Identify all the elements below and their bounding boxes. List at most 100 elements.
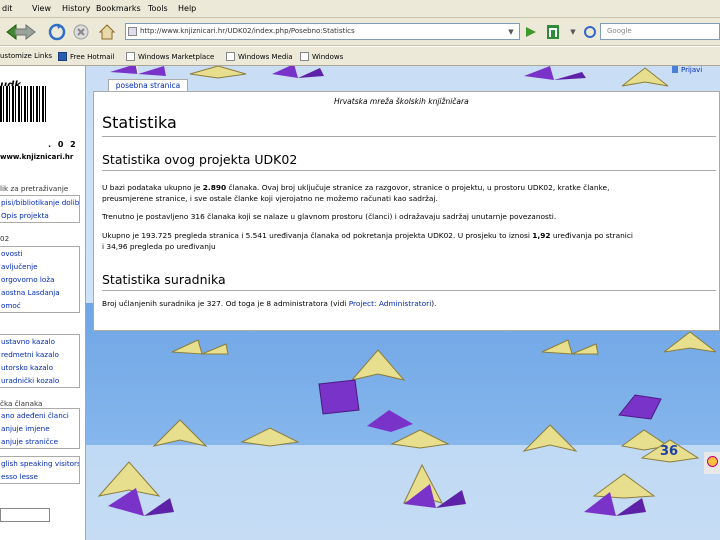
home-icon [98,24,116,40]
site-heading: Hrvatska mreža školskih knjižničara [334,97,469,106]
title-divider [102,136,716,137]
search-engine-button[interactable] [580,22,600,42]
url-dropdown-icon[interactable]: ▼ [505,22,517,42]
menu-history[interactable]: History [62,4,90,13]
sidebar-group-indexes: ustavno kazalo redmetni kazalo utorsko k… [0,334,80,388]
forward-arrow-icon [14,23,36,41]
sidebar-item-news[interactable]: ovosti [0,247,79,260]
sidebar-group-navigation: ovosti avljučenje orgovorno loža aostna … [0,246,80,313]
book-decoration-icon [318,379,360,415]
book-decoration-icon [404,484,466,508]
navigation-toolbar: http://www.knjiznicari.hr/UDK02/index.ph… [0,18,720,46]
sidebar-item-new-pages[interactable]: anjuje straničce [0,435,79,448]
stop-icon [73,24,89,40]
menu-bookmarks[interactable]: Bookmarks [96,4,141,13]
user-icon [672,66,678,73]
sidebar-heading-udk02: 02 [0,234,10,243]
wiki-sidebar: udk . 0 2 www.knjiznicari.hr lik za pret… [0,66,86,540]
book-decoration-icon [390,429,450,449]
addon-icon [547,25,559,39]
sidebar-heading-search: lik za pretraživanje [0,184,69,193]
book-decoration-icon [152,419,208,447]
login-link[interactable]: Prijavi [672,66,702,74]
reload-icon [48,23,66,41]
page-favicon-icon [128,27,137,36]
search-input[interactable]: Google [600,23,720,40]
book-decoration-icon [541,339,599,355]
barcode-number: . 0 2 [48,140,78,149]
page-title: Statistika [102,113,177,132]
paragraph-article-count: U bazi podataka ukupno je 2.890 članaka.… [102,183,610,192]
sidebar-item-author-index[interactable]: utorsko kazalo [0,361,79,374]
home-button[interactable] [96,22,118,42]
bookmark-free-hotmail[interactable]: Free Hotmail [58,52,114,61]
book-decoration-icon [621,67,669,87]
sidebar-group-cataloguing: pisi/bibliotikanje dolibeva Opis projekt… [0,195,80,223]
page-icon [226,52,235,61]
book-decoration-icon [663,331,717,353]
bookmark-windows[interactable]: Windows [300,52,343,61]
menu-edit[interactable]: dit [2,4,12,13]
paragraph-page-views: Ukupno je 193.725 pregleda stranica i 5.… [102,231,633,240]
go-arrow-icon [526,27,536,37]
bookmarks-toolbar: ustomize Links Free Hotmail Windows Mark… [0,47,720,66]
addon-dropdown-icon[interactable]: ▼ [568,22,578,42]
addon-button[interactable] [544,22,562,42]
administrators-link[interactable]: Project: Administratori [349,299,432,308]
book-decoration-icon [584,492,646,516]
menu-view[interactable]: View [32,4,51,13]
reload-button[interactable] [46,22,68,42]
bookmark-customize-links[interactable]: ustomize Links [0,52,52,60]
sidebar-heading-articles: čka članaka [0,399,43,408]
page-viewport: udk . 0 2 www.knjiznicari.hr lik za pret… [0,66,720,540]
msn-icon [58,52,67,61]
sidebar-item-contents-index[interactable]: ustavno kazalo [0,335,79,348]
book-decoration-icon [110,66,166,76]
sidebar-item-contact[interactable]: orgovorno loža [0,273,79,286]
book-decoration-icon [618,394,662,420]
menu-bar: dit View History Bookmarks Tools Help [0,0,720,18]
book-decoration-icon [108,488,174,516]
sidebar-search-input[interactable] [0,508,50,522]
forward-button[interactable] [10,22,40,42]
book-decoration-icon [240,427,300,447]
book-decoration-icon [171,339,229,355]
barcode-logo [0,86,48,122]
sidebar-item-ordered-articles[interactable]: ano adeđeni članci [0,409,79,422]
paragraph-article-count-cont: preusmjerene stranice, i sve ostale član… [102,194,438,203]
book-decoration-icon [522,424,578,452]
book-decoration-icon [189,66,247,79]
sidebar-item-faq[interactable]: aostna Lasdanja [0,286,79,299]
menu-tools[interactable]: Tools [148,4,168,13]
page-icon [300,52,309,61]
section-divider [102,290,716,291]
paragraph-page-views-cont: i 34,96 pregleda po uređivanju [102,242,216,251]
sidebar-item-subject-index[interactable]: redmetni kazalo [0,348,79,361]
go-button[interactable] [522,22,540,42]
bookmark-windows-marketplace[interactable]: Windows Marketplace [126,52,214,61]
page-icon [126,52,135,61]
section-heading-project: Statistika ovog projekta UDK02 [102,152,298,167]
bookmark-windows-media[interactable]: Windows Media [226,52,293,61]
sidebar-item-inclusion[interactable]: avljučenje [0,260,79,273]
menu-help[interactable]: Help [178,4,196,13]
google-icon [584,26,596,38]
stop-button[interactable] [70,22,92,42]
site-url-label: www.knjiznicari.hr [0,153,74,161]
sidebar-item-recent-changes[interactable]: anjuje imjene [0,422,79,435]
section-heading-users: Statistika suradnika [102,272,226,287]
address-bar[interactable]: http://www.knjiznicari.hr/UDK02/index.ph… [125,23,520,40]
sidebar-item-project-description[interactable]: Opis projekta [0,209,79,222]
status-indicator-icon [707,456,718,467]
sidebar-item-cataloguing[interactable]: pisi/bibliotikanje dolibeva [0,196,79,209]
paragraph-users: Broj učlanjenih suradnika je 327. Od tog… [102,299,437,308]
sidebar-item-contributor-index[interactable]: uradnički kozalo [0,374,79,387]
article-content: Hrvatska mreža školskih knjižničara Stat… [93,91,720,331]
book-decoration-icon [272,66,324,78]
slide-page-number: 36 [660,444,679,459]
sidebar-item-extra[interactable]: esso lesse [0,470,79,483]
sidebar-group-articles: ano adeđeni članci anjuje imjene anjuje … [0,408,80,449]
sidebar-item-help[interactable]: omoć [0,299,79,312]
sidebar-item-english-visitors[interactable]: glish speaking visitors [0,457,79,470]
book-decoration-icon [524,66,586,80]
